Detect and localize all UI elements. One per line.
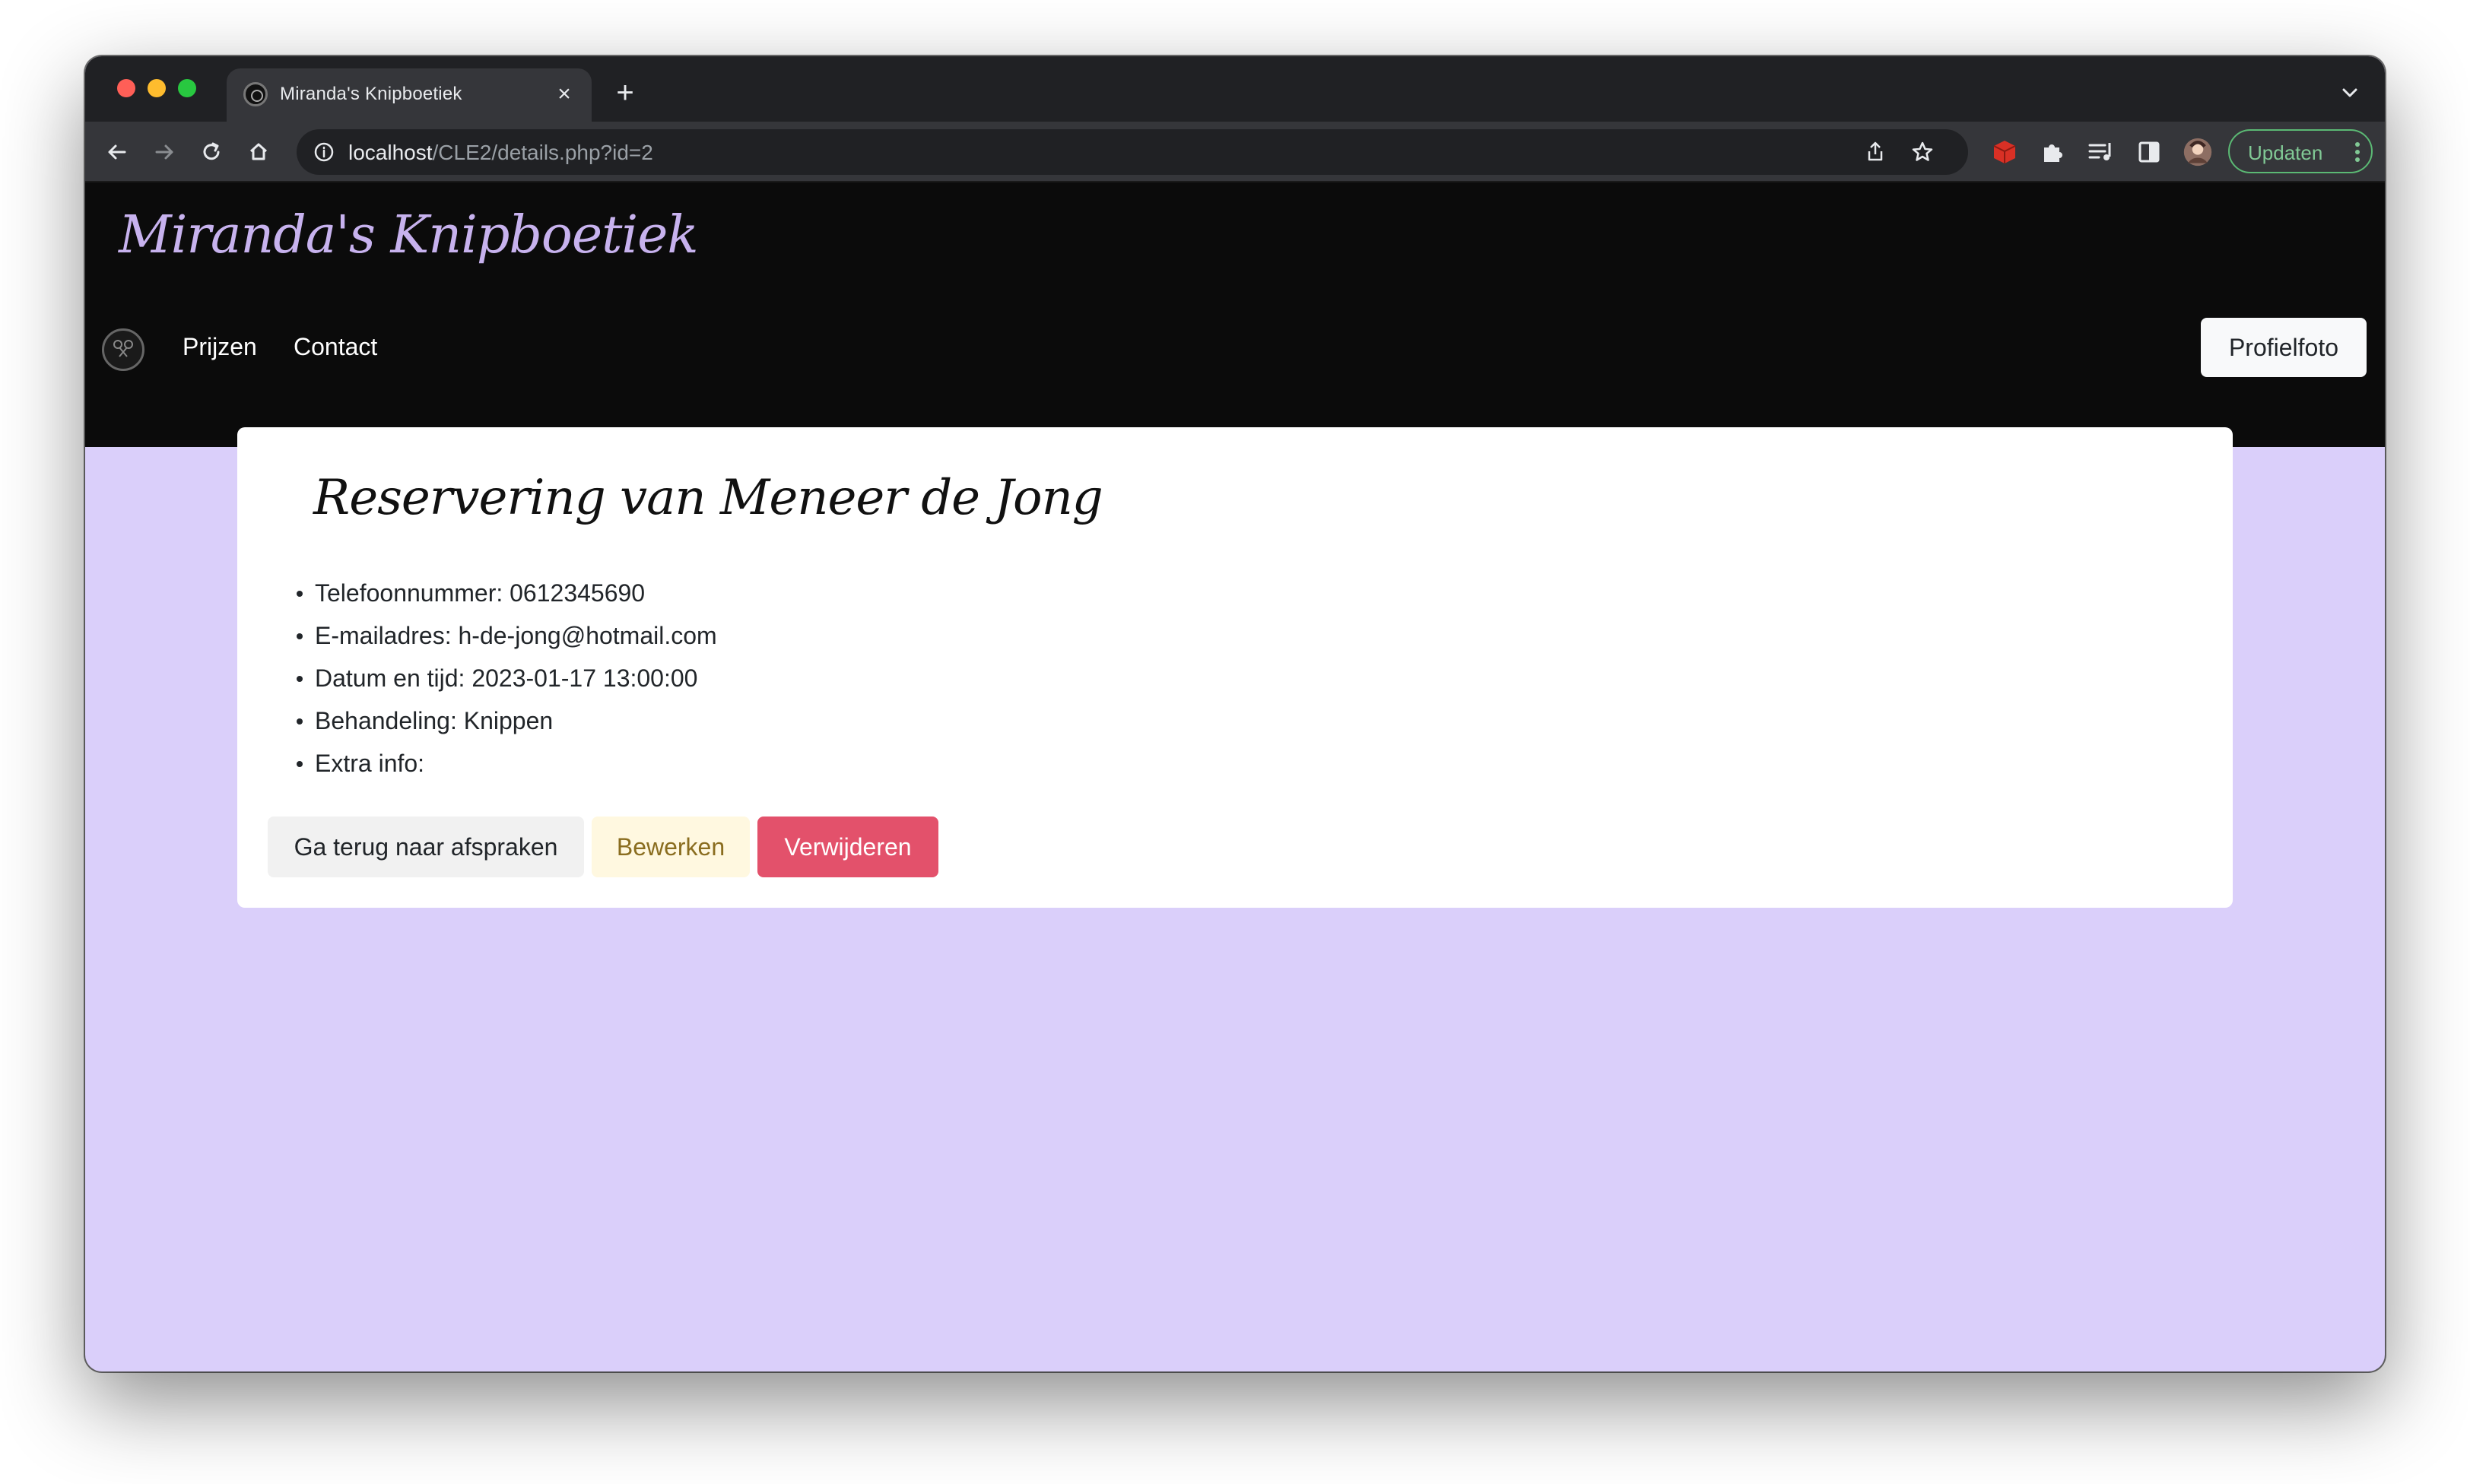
detail-extra-info: Extra info: <box>297 742 717 785</box>
logo-icon[interactable] <box>102 328 144 371</box>
tab-title: Miranda's Knipboetiek <box>280 84 462 104</box>
reload-icon[interactable] <box>193 134 230 170</box>
close-tab-icon[interactable]: × <box>549 79 579 109</box>
minimize-window-button[interactable] <box>148 79 166 97</box>
nav-link-prijzen[interactable]: Prijzen <box>183 333 257 361</box>
update-label: Updaten <box>2248 141 2323 164</box>
profile-photo-button[interactable]: Profielfoto <box>2201 318 2367 377</box>
back-to-appointments-button[interactable]: Ga terug naar afspraken <box>268 817 584 877</box>
puzzle-extensions-icon[interactable] <box>2037 137 2067 167</box>
site-header: Miranda's Knipboetiek Prijzen Contact Pr… <box>85 182 2385 447</box>
share-icon[interactable] <box>1862 138 1889 166</box>
detail-email: E-mailadres: h-de-jong@hotmail.com <box>297 614 717 657</box>
new-tab-button[interactable]: + <box>607 76 643 113</box>
detail-treatment: Behandeling: Knippen <box>297 699 717 742</box>
forward-icon[interactable] <box>146 134 183 170</box>
delete-button[interactable]: Verwijderen <box>757 817 938 877</box>
browser-toolbar: localhost/CLE2/details.php?id=2 Updaten <box>85 122 2385 182</box>
home-icon[interactable] <box>240 134 277 170</box>
media-queue-icon[interactable] <box>2085 137 2116 167</box>
extension-cube-icon[interactable] <box>1989 137 2020 167</box>
page-title: Reservering van Meneer de Jong <box>313 470 1103 526</box>
reservation-card: Reservering van Meneer de Jong Telefoonn… <box>237 427 2233 908</box>
nav-link-contact[interactable]: Contact <box>294 333 377 361</box>
update-button[interactable]: Updaten <box>2228 129 2373 173</box>
detail-datetime: Datum en tijd: 2023-01-17 13:00:00 <box>297 657 717 699</box>
url-path: /CLE2/details.php?id=2 <box>432 141 653 164</box>
profile-avatar-icon[interactable] <box>2183 137 2213 167</box>
zoom-window-button[interactable] <box>178 79 196 97</box>
kebab-menu-icon <box>2355 142 2360 162</box>
edit-button[interactable]: Bewerken <box>592 817 750 877</box>
tab-search-chevron-icon[interactable] <box>2336 79 2364 106</box>
url-text: localhost/CLE2/details.php?id=2 <box>348 141 653 165</box>
detail-phone: Telefoonnummer: 0612345690 <box>297 572 717 614</box>
tab-strip: Miranda's Knipboetiek × + <box>85 56 2385 122</box>
bookmark-star-icon[interactable] <box>1909 138 1936 166</box>
favicon-icon <box>243 82 268 106</box>
back-icon[interactable] <box>99 134 135 170</box>
info-icon[interactable] <box>312 140 336 164</box>
browser-window: Miranda's Knipboetiek × + localhost/CLE2… <box>85 56 2385 1371</box>
tab-active[interactable]: Miranda's Knipboetiek × <box>227 68 592 122</box>
address-bar[interactable]: localhost/CLE2/details.php?id=2 <box>297 129 1968 175</box>
close-window-button[interactable] <box>117 79 135 97</box>
site-brand[interactable]: Miranda's Knipboetiek <box>119 205 699 265</box>
sidebar-icon[interactable] <box>2134 137 2164 167</box>
reservation-details-list: Telefoonnummer: 0612345690 E-mailadres: … <box>297 572 717 785</box>
url-host: localhost <box>348 141 433 164</box>
